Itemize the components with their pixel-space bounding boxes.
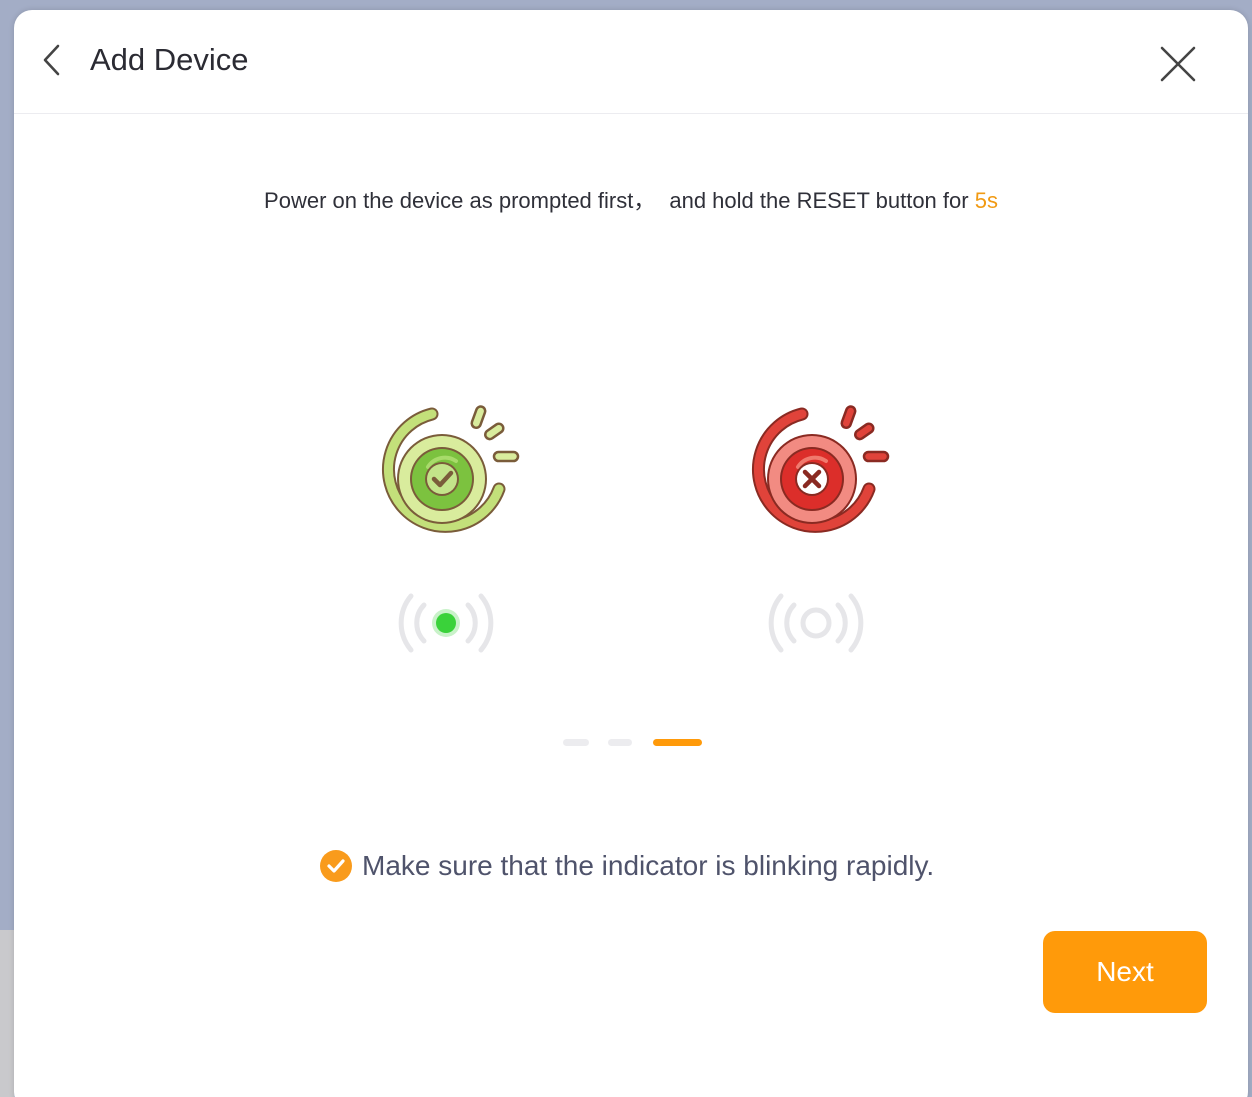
signal-blinking-icon bbox=[398, 593, 494, 653]
success-illustration bbox=[372, 393, 522, 543]
page-title: Add Device bbox=[90, 42, 249, 77]
indicator-off bbox=[756, 588, 876, 658]
add-device-dialog: Add Device Power on the device as prompt… bbox=[14, 10, 1248, 1097]
back-button[interactable] bbox=[38, 42, 68, 78]
error-illustration bbox=[742, 393, 892, 543]
dialog-header: Add Device bbox=[14, 10, 1248, 114]
reset-duration: 5s bbox=[974, 188, 998, 213]
signal-off-icon bbox=[768, 593, 864, 653]
next-button[interactable]: Next bbox=[1043, 931, 1207, 1013]
close-button[interactable] bbox=[1158, 44, 1198, 84]
backdrop bbox=[0, 930, 14, 1097]
instruction-text: Power on the device as prompted first， an… bbox=[14, 186, 1248, 216]
close-icon bbox=[1160, 46, 1196, 82]
check-circle-icon[interactable] bbox=[319, 849, 353, 883]
pager-dot-active[interactable] bbox=[653, 739, 702, 746]
indicator-blinking bbox=[386, 588, 506, 658]
instruction-detail: and hold the RESET button for bbox=[669, 188, 969, 213]
pager-dot-2[interactable] bbox=[608, 739, 632, 746]
success-power-icon bbox=[382, 405, 520, 533]
confirm-label: Make sure that the indicator is blinking… bbox=[362, 850, 935, 881]
pager-dot-1[interactable] bbox=[563, 739, 589, 746]
confirm-checkbox[interactable]: Make sure that the indicator is blinking… bbox=[319, 846, 934, 886]
error-power-icon bbox=[752, 405, 890, 533]
chevron-left-icon bbox=[43, 44, 60, 76]
instruction-main: Power on the device as prompted first， bbox=[264, 188, 656, 213]
